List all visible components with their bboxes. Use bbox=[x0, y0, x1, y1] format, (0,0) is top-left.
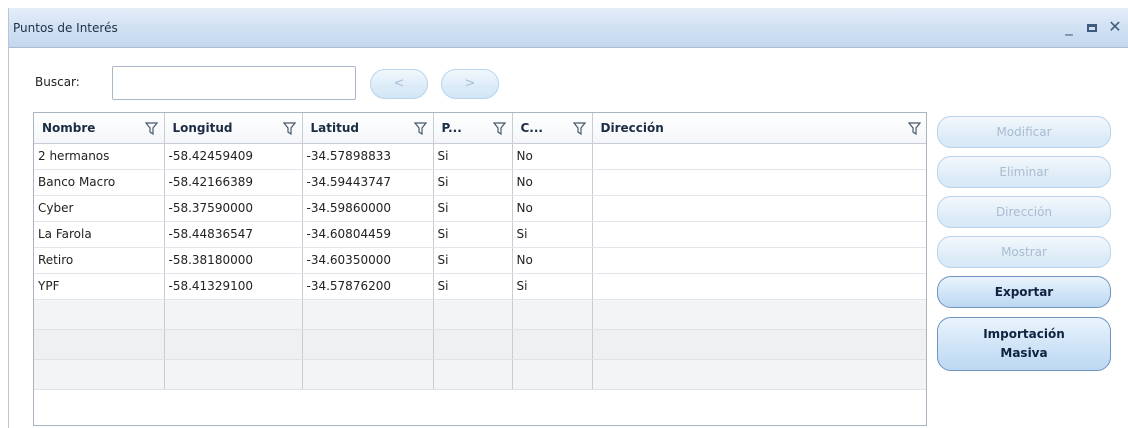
cell-direccion bbox=[592, 195, 926, 222]
importacion-label-line1: Importación bbox=[983, 327, 1065, 341]
cell-nombre: YPF bbox=[34, 273, 165, 300]
cell-direccion bbox=[592, 221, 926, 248]
search-input[interactable] bbox=[112, 66, 356, 100]
direccion-button[interactable]: Dirección bbox=[937, 196, 1111, 228]
cell-latitud: -34.57876200 bbox=[302, 273, 434, 300]
cell-longitud: -58.42459409 bbox=[164, 143, 303, 170]
filter-icon[interactable] bbox=[572, 122, 586, 135]
cell-c: No bbox=[512, 247, 593, 274]
maximize-icon[interactable] bbox=[1082, 16, 1102, 38]
cell-latitud: -34.60804459 bbox=[302, 221, 434, 248]
cell-nombre: La Farola bbox=[34, 221, 165, 248]
next-button[interactable]: > bbox=[441, 69, 499, 99]
filter-icon[interactable] bbox=[413, 122, 427, 135]
cell-c: No bbox=[512, 169, 593, 196]
points-of-interest-window: Puntos de Interés _ ✕ Buscar: < > Nombre bbox=[8, 8, 1128, 428]
column-label: Latitud bbox=[310, 120, 359, 135]
filter-icon[interactable] bbox=[282, 122, 296, 135]
filter-icon[interactable] bbox=[907, 122, 921, 135]
column-header-latitud[interactable]: Latitud bbox=[302, 113, 434, 144]
column-label: P... bbox=[441, 120, 462, 135]
filter-icon[interactable] bbox=[492, 122, 506, 135]
cell-p: Si bbox=[433, 143, 513, 170]
column-label: C... bbox=[520, 120, 543, 135]
cell-p: Si bbox=[433, 169, 513, 196]
minimize-icon[interactable]: _ bbox=[1059, 16, 1079, 38]
table-header-row: Nombre Longitud Latitud P... C... Direcc… bbox=[34, 113, 926, 144]
exportar-button[interactable]: Exportar bbox=[937, 276, 1111, 308]
cell-p: Si bbox=[433, 273, 513, 300]
column-header-nombre[interactable]: Nombre bbox=[34, 113, 165, 144]
cell-c: No bbox=[512, 143, 593, 170]
close-icon[interactable]: ✕ bbox=[1105, 16, 1125, 38]
column-header-p[interactable]: P... bbox=[433, 113, 513, 144]
table-row[interactable]: La Farola -58.44836547 -34.60804459 Si S… bbox=[34, 221, 926, 248]
cell-direccion bbox=[592, 169, 926, 196]
cell-direccion bbox=[592, 143, 926, 170]
table-row[interactable]: YPF -58.41329100 -34.57876200 Si Si bbox=[34, 273, 926, 300]
importacion-masiva-button[interactable]: Importación Masiva bbox=[937, 317, 1111, 371]
column-label: Longitud bbox=[172, 120, 233, 135]
cell-latitud: -34.59860000 bbox=[302, 195, 434, 222]
importacion-label-line2: Masiva bbox=[1000, 346, 1048, 360]
cell-p: Si bbox=[433, 221, 513, 248]
cell-c: No bbox=[512, 195, 593, 222]
window-title: Puntos de Interés bbox=[13, 21, 118, 35]
table-row[interactable]: Banco Macro -58.42166389 -34.59443747 Si… bbox=[34, 169, 926, 196]
cell-direccion bbox=[592, 273, 926, 300]
title-bar[interactable]: Puntos de Interés _ ✕ bbox=[9, 8, 1128, 48]
cell-nombre: 2 hermanos bbox=[34, 143, 165, 170]
cell-latitud: -34.57898833 bbox=[302, 143, 434, 170]
empty-row bbox=[34, 329, 926, 360]
cell-p: Si bbox=[433, 195, 513, 222]
filter-icon[interactable] bbox=[144, 122, 158, 135]
column-header-direccion[interactable]: Dirección bbox=[592, 113, 926, 144]
table-row[interactable]: Cyber -58.37590000 -34.59860000 Si No bbox=[34, 195, 926, 222]
cell-latitud: -34.59443747 bbox=[302, 169, 434, 196]
table-row[interactable]: Retiro -58.38180000 -34.60350000 Si No bbox=[34, 247, 926, 274]
cell-nombre: Retiro bbox=[34, 247, 165, 274]
mostrar-button[interactable]: Mostrar bbox=[937, 236, 1111, 268]
modificar-button[interactable]: Modificar bbox=[937, 116, 1111, 148]
cell-nombre: Cyber bbox=[34, 195, 165, 222]
cell-p: Si bbox=[433, 247, 513, 274]
eliminar-button[interactable]: Eliminar bbox=[937, 156, 1111, 188]
column-label: Nombre bbox=[42, 120, 96, 135]
cell-longitud: -58.37590000 bbox=[164, 195, 303, 222]
search-label: Buscar: bbox=[35, 75, 80, 89]
column-header-longitud[interactable]: Longitud bbox=[164, 113, 303, 144]
cell-c: Si bbox=[512, 273, 593, 300]
previous-button[interactable]: < bbox=[370, 69, 428, 99]
cell-longitud: -58.44836547 bbox=[164, 221, 303, 248]
column-label: Dirección bbox=[600, 120, 664, 135]
empty-row bbox=[34, 359, 926, 390]
points-table: Nombre Longitud Latitud P... C... Direcc… bbox=[33, 112, 927, 426]
cell-longitud: -58.42166389 bbox=[164, 169, 303, 196]
cell-direccion bbox=[592, 247, 926, 274]
column-header-c[interactable]: C... bbox=[512, 113, 593, 144]
cell-nombre: Banco Macro bbox=[34, 169, 165, 196]
cell-longitud: -58.38180000 bbox=[164, 247, 303, 274]
table-row[interactable]: 2 hermanos -58.42459409 -34.57898833 Si … bbox=[34, 143, 926, 170]
cell-latitud: -34.60350000 bbox=[302, 247, 434, 274]
cell-c: Si bbox=[512, 221, 593, 248]
empty-row bbox=[34, 299, 926, 330]
cell-longitud: -58.41329100 bbox=[164, 273, 303, 300]
